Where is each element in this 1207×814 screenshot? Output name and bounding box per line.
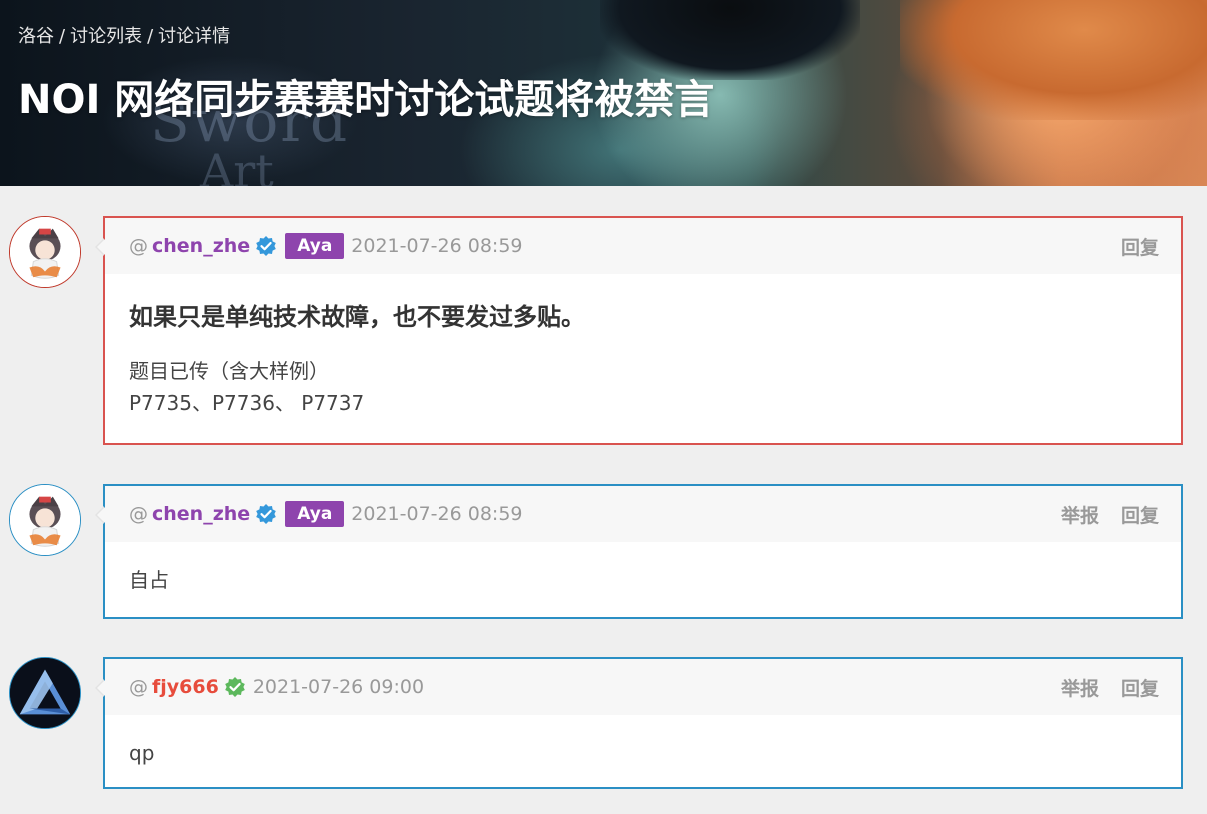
reply-button[interactable]: 回复 [1121,674,1159,701]
post-meta: @ chen_zhe Aya 2021-07-26 08:59 [129,218,523,274]
post-card: @ chen_zhe Aya 2021-07-26 08:59 举报 回复 自占 [95,484,1183,619]
post-body: 如果只是单纯技术故障，也不要发过多贴。 题目已传（含大样例） P7735、P77… [105,274,1181,419]
post-time: 2021-07-26 09:00 [252,676,425,698]
breadcrumb-discussion-list-link[interactable]: 讨论列表 [70,26,142,47]
card-pointer [95,679,105,697]
post-heading: 如果只是单纯技术故障，也不要发过多贴。 [129,303,585,331]
post-meta: @ chen_zhe Aya 2021-07-26 08:59 [129,486,523,542]
card-pointer [95,506,105,524]
report-button[interactable]: 举报 [1061,674,1099,701]
report-button[interactable]: 举报 [1061,501,1099,528]
green-check-icon [225,677,245,697]
banner-art-dark [600,0,860,80]
post-header: @ chen_zhe Aya 2021-07-26 08:59 举报 回复 [105,486,1181,542]
breadcrumb-separator: / [59,26,66,47]
post-card: @ fjy666 2021-07-26 09:00 举报 回复 qp [95,657,1183,789]
breadcrumb-separator: / [147,26,154,47]
post-line: P7735、P7736、 P7737 [129,391,365,415]
post-actions: 举报 回复 [1039,659,1159,715]
post-actions: 举报 回复 [1039,486,1159,542]
blue-check-icon [256,504,276,524]
header-banner: Sword Art 洛谷 / 讨论列表 / 讨论详情 NOI 网络同步赛赛时讨论试题将被… [0,0,1207,186]
breadcrumb-current: 讨论详情 [158,26,231,47]
post-time: 2021-07-26 08:59 [351,235,523,257]
post-time: 2021-07-26 08:59 [351,503,523,525]
user-badge: Aya [285,501,345,527]
post-body: qp [105,715,1181,769]
triangle-logo-avatar-icon [10,658,80,728]
reply-button[interactable]: 回复 [1121,501,1159,528]
breadcrumb: 洛谷 / 讨论列表 / 讨论详情 [18,26,230,48]
banner-art-orange [900,0,1207,120]
avatar[interactable] [9,657,81,729]
breadcrumb-home-link[interactable]: 洛谷 [18,26,54,47]
at-symbol: @ [129,503,148,525]
post-line: 自占 [129,568,169,592]
avatar[interactable] [9,216,81,288]
username-link[interactable]: chen_zhe [152,503,250,525]
post-header: @ fjy666 2021-07-26 09:00 举报 回复 [105,659,1181,715]
post-card: @ chen_zhe Aya 2021-07-26 08:59 回复 如果只是单… [95,216,1183,445]
avatar[interactable] [9,484,81,556]
post-header: @ chen_zhe Aya 2021-07-26 08:59 回复 [105,218,1181,274]
user-badge: Aya [285,233,345,259]
post-body: 自占 [105,542,1181,596]
at-symbol: @ [129,676,148,698]
reply-button[interactable]: 回复 [1121,233,1159,260]
card-pointer [95,238,105,256]
post-actions: 回复 [1099,218,1159,274]
anime-avatar-icon [10,217,80,287]
post-meta: @ fjy666 2021-07-26 09:00 [129,659,424,715]
blue-check-icon [256,236,276,256]
post-line: 题目已传（含大样例） [129,359,329,383]
at-symbol: @ [129,235,148,257]
page-title: NOI 网络同步赛赛时讨论试题将被禁言 [18,77,715,123]
username-link[interactable]: chen_zhe [152,235,250,257]
banner-decor-text-2: Art [200,144,274,186]
post-line: qp [129,741,155,765]
anime-avatar-icon [10,485,80,555]
username-link[interactable]: fjy666 [152,676,219,698]
